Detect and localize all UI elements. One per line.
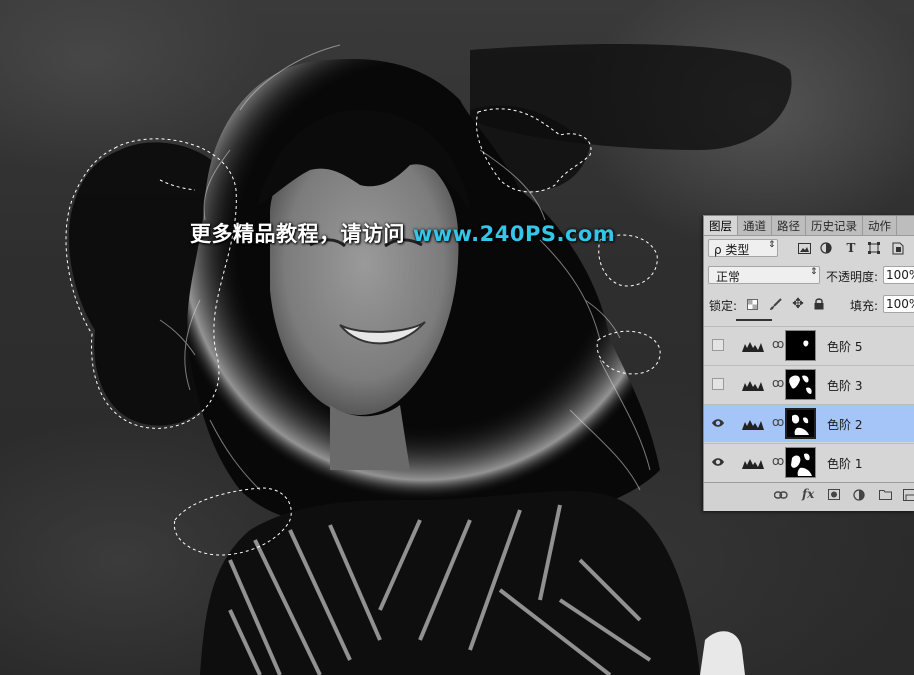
mask-link-icon[interactable]: ꝏ (772, 415, 784, 429)
lock-move-icon[interactable]: ✥ (790, 296, 806, 312)
levels-adjustment-icon (742, 342, 764, 352)
watermark: 更多精品教程，请访问 www.240PS.com (190, 218, 615, 248)
opacity-field[interactable]: 100% (883, 266, 914, 284)
lock-all-icon[interactable] (812, 296, 826, 312)
new-layer-icon[interactable] (903, 489, 914, 504)
fill-field[interactable]: 100% (883, 295, 914, 313)
lock-transparent-icon[interactable] (745, 297, 759, 311)
mask-link-icon[interactable]: ꝏ (772, 376, 784, 390)
eye-icon[interactable] (712, 456, 724, 468)
layer-mask-thumbnail[interactable] (785, 447, 816, 478)
visibility-toggle-empty[interactable] (712, 378, 724, 390)
link-icon[interactable] (773, 489, 788, 503)
layer-filter-select[interactable]: ρ 类型 ⇕ (708, 239, 778, 257)
watermark-text: 更多精品教程，请访问 (190, 222, 405, 246)
fx-icon[interactable]: fx (802, 487, 814, 501)
opacity-label: 不透明度: (826, 270, 879, 284)
tab-channels[interactable]: 通道 (738, 216, 772, 235)
image-filter-icon[interactable] (796, 240, 812, 256)
watermark-url[interactable]: www.240PS.com (413, 222, 615, 246)
smart-object-filter-icon[interactable] (890, 240, 906, 256)
lock-paint-brush-icon[interactable] (767, 296, 783, 312)
layer-row-selected[interactable]: ꝏ 色阶 2 (704, 404, 914, 442)
tab-history[interactable]: 历史记录 (806, 216, 863, 235)
layer-name: 色阶 2 (827, 418, 863, 432)
blend-mode-select[interactable]: 正常 ⇕ (708, 266, 820, 284)
layer-name: 色阶 3 (827, 379, 863, 393)
layer-name: 色阶 5 (827, 340, 863, 354)
layer-mask-thumbnail[interactable] (785, 408, 816, 439)
panel-bottom-toolbar: fx (704, 482, 914, 511)
shape-filter-icon[interactable] (866, 240, 882, 256)
levels-adjustment-icon (742, 420, 764, 430)
tab-layers[interactable]: 图层 (704, 216, 738, 235)
new-adjustment-icon[interactable] (853, 489, 865, 504)
tab-paths[interactable]: 路径 (772, 216, 806, 235)
levels-adjustment-icon (742, 381, 764, 391)
type-filter-icon[interactable]: T (843, 239, 859, 257)
updown-arrows-icon: ⇕ (768, 240, 776, 250)
layer-mask-thumbnail[interactable] (785, 330, 816, 361)
panel-tabs: 图层 通道 路径 历史记录 动作 (704, 216, 914, 236)
scroll-indicator (736, 319, 772, 321)
layers-panel: 图层 通道 路径 历史记录 动作 ρ 类型 ⇕ T 正常 ⇕ 不透明度: 100… (703, 215, 914, 511)
layer-mask-thumbnail[interactable] (785, 369, 816, 400)
opacity-value: 100% (886, 268, 914, 282)
blend-mode-value: 正常 (716, 270, 741, 284)
fill-value: 100% (886, 297, 914, 311)
tab-actions[interactable]: 动作 (863, 216, 897, 235)
layer-row[interactable]: ꝏ 色阶 3 (704, 365, 914, 403)
lock-label: 锁定: (709, 299, 738, 313)
updown-arrows-icon: ⇕ (810, 267, 818, 277)
visibility-toggle-empty[interactable] (712, 339, 724, 351)
new-group-icon[interactable] (879, 489, 892, 503)
eye-icon[interactable] (712, 417, 724, 429)
adjustment-filter-icon[interactable] (818, 240, 834, 256)
layer-row[interactable]: ꝏ 色阶 1 (704, 443, 914, 481)
layer-row[interactable]: ꝏ 色阶 5 (704, 326, 914, 364)
layer-filter-label: ρ 类型 (714, 243, 750, 257)
levels-adjustment-icon (742, 459, 764, 469)
fill-label: 填充: (850, 299, 879, 313)
mask-link-icon[interactable]: ꝏ (772, 454, 784, 468)
add-mask-icon[interactable] (828, 489, 840, 503)
mask-link-icon[interactable]: ꝏ (772, 337, 784, 351)
layer-name: 色阶 1 (827, 457, 863, 471)
